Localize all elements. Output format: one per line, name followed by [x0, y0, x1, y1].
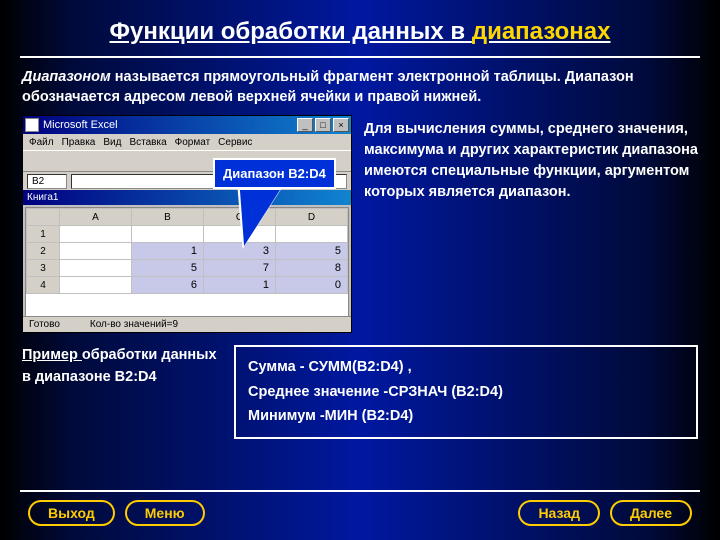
cell[interactable] [60, 260, 132, 277]
example-underline: Пример [22, 347, 82, 363]
next-button[interactable]: Далее [610, 500, 692, 526]
menu-item[interactable]: Вставка [129, 137, 166, 148]
col-header[interactable]: B [132, 209, 204, 226]
workbook-title: Книга1 [23, 190, 351, 205]
toolbar-button[interactable] [86, 152, 104, 170]
menu-item[interactable]: Файл [29, 137, 54, 148]
close-button[interactable]: × [333, 118, 349, 132]
nav-bar: Выход Меню Назад Далее [0, 500, 720, 526]
exit-button[interactable]: Выход [28, 500, 115, 526]
intro-text: Диапазоном называется прямоугольный фраг… [0, 58, 720, 113]
toolbar-button[interactable] [126, 152, 144, 170]
title-part2: диапазонах [472, 18, 611, 45]
status-count: Кол-во значений=9 [90, 319, 178, 330]
formula-line: Среднее значение -СРЗНАЧ (B2:D4) [248, 380, 684, 405]
row-header[interactable]: 3 [27, 260, 60, 277]
row-header[interactable]: 2 [27, 243, 60, 260]
cell-selected[interactable]: 7 [204, 260, 276, 277]
range-callout: Диапазон B2:D4 [213, 158, 336, 189]
corner-header[interactable] [27, 209, 60, 226]
row-header[interactable]: 1 [27, 226, 60, 243]
cell[interactable] [132, 226, 204, 243]
formulas-box: Сумма - СУММ(B2:D4) , Среднее значение -… [234, 345, 698, 439]
cell-selected[interactable]: 1 [204, 277, 276, 294]
menu-item[interactable]: Вид [103, 137, 121, 148]
page-title: Функции обработки данных в диапазонах [110, 18, 611, 46]
cell[interactable] [60, 243, 132, 260]
cell[interactable] [60, 226, 132, 243]
status-ready: Готово [29, 319, 60, 330]
toolbar-button[interactable] [46, 152, 64, 170]
menu-button[interactable]: Меню [125, 500, 205, 526]
intro-term: Диапазоном [22, 69, 115, 85]
cell[interactable] [276, 226, 348, 243]
app-icon [25, 118, 39, 132]
menu-item[interactable]: Сервис [218, 137, 252, 148]
formula-line: Минимум -МИН (B2:D4) [248, 404, 684, 429]
minimize-button[interactable]: _ [297, 118, 313, 132]
toolbar-button[interactable] [26, 152, 44, 170]
row-header[interactable]: 4 [27, 277, 60, 294]
example-label: Пример обработки данных в диапазоне B2:D… [22, 345, 222, 389]
grid: A B C D 1 2 1 3 5 [26, 208, 348, 294]
title-part1: Функции обработки данных в [110, 18, 472, 45]
col-header[interactable]: A [60, 209, 132, 226]
menu-item[interactable]: Правка [62, 137, 96, 148]
toolbar-button[interactable] [106, 152, 124, 170]
cell-selected[interactable]: 5 [132, 260, 204, 277]
cell-selected[interactable]: 0 [276, 277, 348, 294]
maximize-button[interactable]: □ [315, 118, 331, 132]
col-header[interactable]: D [276, 209, 348, 226]
cell-selected[interactable]: 8 [276, 260, 348, 277]
cell-selected[interactable]: 6 [132, 277, 204, 294]
toolbar-button[interactable] [66, 152, 84, 170]
excel-screenshot: Microsoft Excel _ □ × Файл Правка Вид Вс… [22, 115, 352, 333]
back-button[interactable]: Назад [518, 500, 600, 526]
cell-selected[interactable]: 1 [132, 243, 204, 260]
app-title: Microsoft Excel [43, 119, 118, 131]
status-bar: Готово Кол-во значений=9 [23, 316, 351, 332]
menu-bar: Файл Правка Вид Вставка Формат Сервис [23, 134, 351, 150]
spreadsheet: A B C D 1 2 1 3 5 [25, 207, 349, 317]
description-text: Для вычисления суммы, среднего значения,… [364, 115, 698, 333]
formula-line: Сумма - СУММ(B2:D4) , [248, 355, 684, 380]
cell-selected[interactable]: 5 [276, 243, 348, 260]
window-titlebar: Microsoft Excel _ □ × [23, 116, 351, 134]
name-box[interactable]: B2 [27, 174, 67, 189]
menu-item[interactable]: Формат [175, 137, 211, 148]
cell[interactable] [60, 277, 132, 294]
divider-bottom [20, 490, 700, 492]
